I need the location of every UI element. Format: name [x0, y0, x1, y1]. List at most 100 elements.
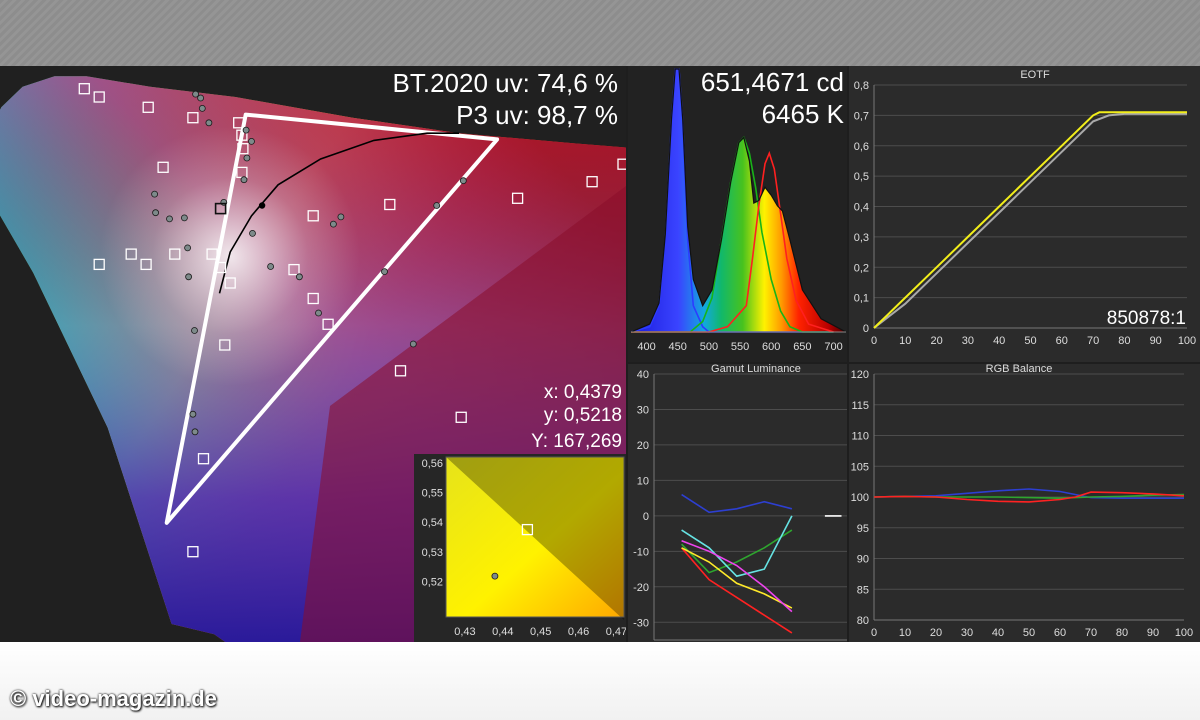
measured-point — [191, 428, 199, 436]
x-tick: 50 — [1023, 627, 1035, 639]
x-tick: 100 — [1178, 335, 1196, 347]
measured-point — [409, 340, 417, 348]
readout-luminance: Y: 167,269 — [531, 431, 622, 452]
x-tick: 40 — [992, 627, 1004, 639]
inset-y-tick: 0,54 — [422, 517, 443, 529]
luminance-readout: 651,4671 cd — [701, 67, 844, 97]
x-tick: 70 — [1085, 627, 1097, 639]
x-tick: 90 — [1150, 335, 1162, 347]
x-tick: 50 — [1024, 335, 1036, 347]
measured-point — [329, 220, 337, 228]
x-tick: 0 — [871, 627, 877, 639]
y-tick: 0,4 — [854, 202, 869, 214]
measured-point — [249, 229, 256, 237]
measured-point — [198, 105, 206, 112]
inset-x-tick: 0,43 — [454, 626, 475, 638]
measured-point — [184, 244, 192, 252]
measured-point — [166, 215, 173, 223]
spectrum-x-tick: 700 — [824, 341, 842, 353]
measured-point — [315, 309, 322, 317]
measured-point — [337, 213, 345, 221]
x-tick: 90 — [1147, 627, 1159, 639]
y-tick: 105 — [851, 461, 869, 473]
x-tick: 30 — [962, 335, 974, 347]
cie-diagram-panel: BT.2020 uv: 74,6 % P3 uv: 98,7 % x: 0,43… — [0, 66, 626, 642]
measured-point — [242, 126, 250, 134]
calibration-report: BT.2020 uv: 74,6 % P3 uv: 98,7 % x: 0,43… — [0, 66, 1200, 642]
y-tick: 10 — [637, 475, 649, 487]
contrast-ratio: 850878:1 — [1107, 308, 1186, 329]
measured-point — [205, 119, 213, 127]
readout-x: x: 0,4379 — [544, 382, 622, 403]
y-tick: 0,5 — [854, 171, 869, 183]
spectrum-x-tick: 600 — [762, 341, 780, 353]
y-tick: -20 — [633, 582, 649, 594]
x-tick: 20 — [930, 627, 942, 639]
y-tick: 0,3 — [854, 232, 869, 244]
series-line — [681, 547, 793, 609]
x-tick: 10 — [899, 627, 911, 639]
readout-y: y: 0,5218 — [544, 405, 622, 426]
y-tick: 0,6 — [854, 141, 869, 153]
measured-point — [248, 138, 255, 145]
measured-point — [180, 214, 188, 222]
inset-y-tick: 0,55 — [422, 488, 443, 500]
y-tick: 80 — [857, 615, 869, 627]
p3-coverage: P3 uv: 98,7 % — [456, 100, 618, 130]
copyright-credit: © video-magazin.de — [10, 686, 217, 711]
measured-point — [152, 209, 160, 217]
measured-point — [267, 263, 275, 270]
measured-point — [243, 154, 251, 162]
series-line — [681, 493, 793, 514]
y-tick: 30 — [637, 404, 649, 416]
spectrum-plot: 400 450 500 550 600 650 700 651,4671 cd 6465 K — [630, 67, 847, 353]
rgb-balance-title: RGB Balance — [986, 364, 1053, 375]
measured-point — [381, 268, 388, 276]
y-tick: 95 — [857, 523, 869, 535]
measured-point — [433, 202, 441, 209]
y-tick: 110 — [851, 431, 869, 443]
measured-point — [295, 273, 303, 281]
inset-measured-point — [491, 572, 499, 580]
spectrum-x-tick: 400 — [637, 341, 655, 353]
inset-x-tick: 0,44 — [492, 626, 513, 638]
y-tick: -10 — [633, 546, 649, 558]
x-tick: 70 — [1087, 335, 1099, 347]
series-line — [873, 111, 1187, 329]
y-tick: 20 — [637, 440, 649, 452]
measured-point — [197, 94, 205, 102]
x-tick: 80 — [1116, 627, 1128, 639]
inset-x-tick: 0,45 — [530, 626, 551, 638]
color-temperature-readout: 6465 K — [762, 99, 845, 129]
y-tick: 0,1 — [854, 293, 869, 305]
y-tick: 120 — [851, 369, 869, 381]
gamut-luminance-plot: Gamut Luminance -30 -20 -10 0 10 20 30 40 — [633, 364, 847, 641]
x-tick: 100 — [1175, 627, 1193, 639]
gamut-luminance-title: Gamut Luminance — [711, 364, 801, 375]
y-tick: 0,7 — [854, 110, 869, 122]
y-tick: 100 — [851, 492, 869, 504]
spectrum-x-tick: 550 — [731, 341, 749, 353]
inset-y-tick: 0,52 — [422, 576, 443, 588]
y-tick: 0 — [863, 323, 869, 335]
x-tick: 30 — [961, 627, 973, 639]
x-tick: 80 — [1118, 335, 1130, 347]
measured-point — [240, 176, 248, 184]
y-tick: 115 — [851, 400, 869, 412]
measured-point — [191, 327, 198, 334]
spectrum-panel: 400 450 500 550 600 650 700 651,4671 cd 6465 K — [628, 66, 847, 362]
bt2020-coverage: BT.2020 uv: 74,6 % — [393, 68, 618, 98]
x-tick: 40 — [993, 335, 1005, 347]
y-tick: 85 — [857, 584, 869, 596]
rgb-balance-plot: RGB Balance 80 85 90 95 100 105 110 115 120 0 10 20… — [851, 364, 1194, 639]
measured-point — [459, 177, 467, 185]
measured-point — [189, 410, 197, 418]
white-point — [258, 202, 266, 209]
x-tick: 20 — [930, 335, 942, 347]
inset-x-tick: 0,47 — [606, 626, 626, 638]
rgb-balance-panel: RGB Balance 80 85 90 95 100 105 110 115 120 0 10 20… — [849, 364, 1200, 642]
x-tick: 0 — [871, 335, 877, 347]
inset-x-tick: 0,46 — [568, 626, 589, 638]
eotf-title: EOTF — [1020, 69, 1050, 81]
measured-point — [192, 90, 200, 98]
